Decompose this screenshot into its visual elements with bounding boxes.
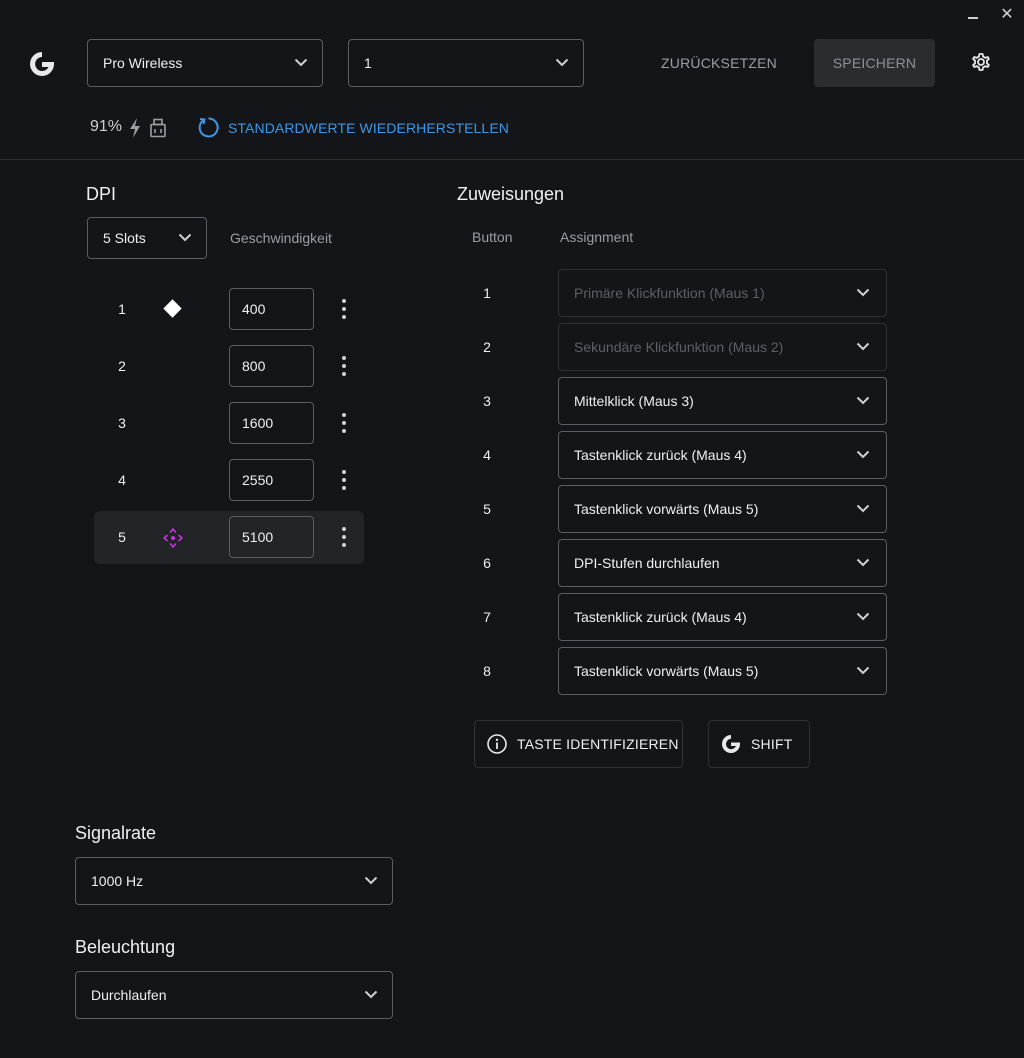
chevron-down-icon	[856, 288, 870, 297]
more-options-icon[interactable]	[339, 298, 349, 320]
device-select-value: Pro Wireless	[103, 55, 183, 71]
assignment-value: Tastenklick zurück (Maus 4)	[574, 609, 747, 625]
assignment-button-number: 8	[483, 663, 491, 679]
assignment-button-number: 7	[483, 609, 491, 625]
chevron-down-icon	[364, 990, 378, 999]
assignment-value: Mittelklick (Maus 3)	[574, 393, 694, 409]
chevron-down-icon	[856, 666, 870, 675]
chevron-down-icon	[178, 233, 192, 242]
assignment-button-number: 1	[483, 285, 491, 301]
assignment-value: Tastenklick zurück (Maus 4)	[574, 447, 747, 463]
assignments-title: Zuweisungen	[457, 184, 565, 204]
more-options-icon[interactable]	[339, 412, 349, 434]
column-header-button: Button	[472, 229, 513, 245]
dpi-slot-number: 4	[118, 472, 126, 488]
dpi-title: DPI	[86, 184, 117, 204]
charging-bolt-icon	[130, 118, 140, 138]
assignment-button-number: 3	[483, 393, 491, 409]
column-header-assignment: Assignment	[560, 229, 634, 245]
profile-select[interactable]: 1	[348, 39, 584, 87]
chevron-down-icon	[856, 558, 870, 567]
info-icon	[487, 734, 507, 754]
dpi-value-input[interactable]: 2550	[229, 459, 314, 501]
dpi-slots-value: 5 Slots	[103, 230, 146, 246]
more-options-icon[interactable]	[339, 355, 349, 377]
assignment-select: Primäre Klickfunktion (Maus 1)	[558, 269, 887, 317]
chevron-down-icon	[294, 58, 308, 67]
default-dpi-diamond-icon[interactable]	[163, 299, 182, 318]
identify-key-label: TASTE IDENTIFIZIEREN	[517, 736, 679, 752]
battery-level: 91%	[90, 118, 123, 135]
lighting-select[interactable]: Durchlaufen	[75, 971, 393, 1019]
assignment-value: Primäre Klickfunktion (Maus 1)	[574, 285, 765, 301]
save-button[interactable]: SPEICHERN	[814, 39, 935, 87]
dpi-value-input[interactable]: 400	[229, 288, 314, 330]
assignment-button-number: 4	[483, 447, 491, 463]
minimize-icon[interactable]	[968, 17, 978, 19]
dpi-slot-number: 5	[118, 529, 126, 545]
restore-defaults-link[interactable]: STANDARDWERTE WIEDERHERSTELLEN	[228, 120, 509, 136]
device-select[interactable]: Pro Wireless	[87, 39, 323, 87]
restore-icon[interactable]	[197, 116, 220, 139]
dpi-value-input[interactable]: 1600	[229, 402, 314, 444]
profile-select-value: 1	[364, 55, 372, 71]
g-shift-icon	[722, 735, 740, 753]
chevron-down-icon	[856, 612, 870, 621]
assignment-select[interactable]: Mittelklick (Maus 3)	[558, 377, 887, 425]
signal-rate-select[interactable]: 1000 Hz	[75, 857, 393, 905]
dpi-slot-number: 3	[118, 415, 126, 431]
chevron-down-icon	[856, 504, 870, 513]
wireless-dongle-icon	[150, 118, 166, 138]
dpi-value-input[interactable]: 5100	[229, 516, 314, 558]
assignment-value: Sekundäre Klickfunktion (Maus 2)	[574, 339, 784, 355]
reset-button[interactable]: ZURÜCKSETZEN	[650, 39, 788, 87]
lighting-value: Durchlaufen	[91, 987, 167, 1003]
signal-rate-value: 1000 Hz	[91, 873, 144, 889]
chevron-down-icon	[555, 58, 569, 67]
chevron-down-icon	[364, 876, 378, 885]
assignment-value: DPI-Stufen durchlaufen	[574, 555, 720, 571]
chevron-down-icon	[856, 396, 870, 405]
more-options-icon[interactable]	[339, 469, 349, 491]
dpi-shift-target-icon[interactable]	[161, 526, 185, 550]
header-divider	[0, 159, 1024, 160]
assignment-select[interactable]: Tastenklick vorwärts (Maus 5)	[558, 485, 887, 533]
speed-label: Geschwindigkeit	[230, 230, 332, 246]
assignment-button-number: 2	[483, 339, 491, 355]
signal-rate-title: Signalrate	[75, 823, 157, 843]
chevron-down-icon	[856, 450, 870, 459]
g-shift-label: SHIFT	[751, 736, 793, 752]
assignment-select[interactable]: Tastenklick zurück (Maus 4)	[558, 593, 887, 641]
assignment-button-number: 6	[483, 555, 491, 571]
close-icon[interactable]: ✕	[999, 5, 1015, 25]
gear-icon[interactable]	[969, 50, 993, 74]
assignment-select: Sekundäre Klickfunktion (Maus 2)	[558, 323, 887, 371]
logitech-g-logo	[30, 52, 54, 76]
dpi-slot-number: 1	[118, 301, 126, 317]
assignment-value: Tastenklick vorwärts (Maus 5)	[574, 501, 759, 517]
dpi-slots-select[interactable]: 5 Slots	[87, 217, 207, 259]
lighting-title: Beleuchtung	[75, 937, 176, 957]
assignment-select[interactable]: Tastenklick zurück (Maus 4)	[558, 431, 887, 479]
dpi-value-input[interactable]: 800	[229, 345, 314, 387]
assignment-select[interactable]: Tastenklick vorwärts (Maus 5)	[558, 647, 887, 695]
more-options-icon[interactable]	[339, 526, 349, 548]
assignment-value: Tastenklick vorwärts (Maus 5)	[574, 663, 759, 679]
dpi-slot-number: 2	[118, 358, 126, 374]
assignment-button-number: 5	[483, 501, 491, 517]
assignment-select[interactable]: DPI-Stufen durchlaufen	[558, 539, 887, 587]
chevron-down-icon	[856, 342, 870, 351]
